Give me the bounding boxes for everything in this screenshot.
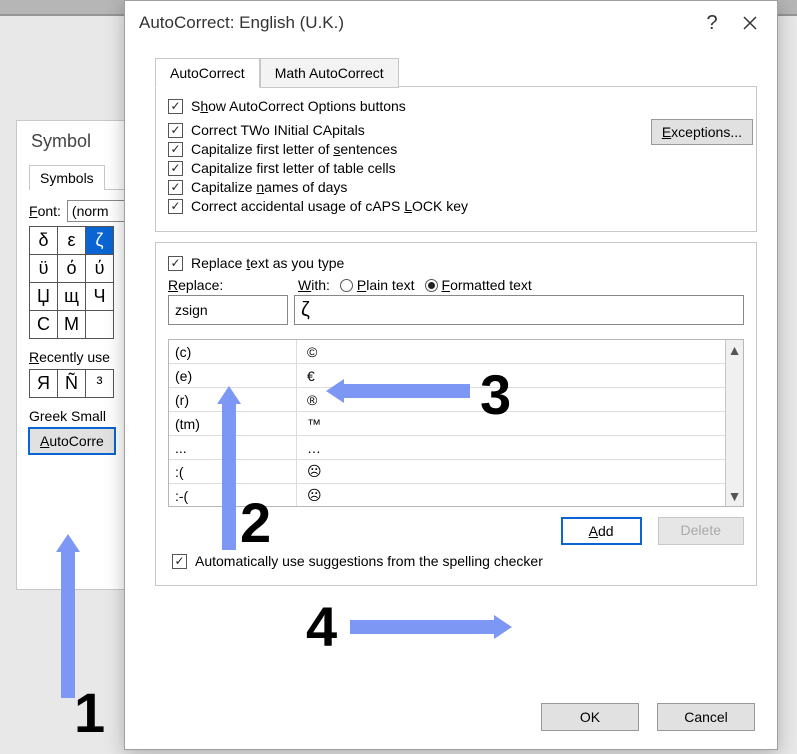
replacements-list[interactable]: (c)© (e)€ (r)® (tm)™ ...… :(☹ :-(☹ ▲ ▼	[168, 339, 744, 507]
dialog-title: AutoCorrect: English (U.K.)	[139, 13, 693, 33]
annotation-arrow-1	[61, 548, 75, 698]
list-item: (tm)™	[169, 412, 725, 436]
scroll-up-icon[interactable]: ▲	[728, 342, 742, 358]
font-select[interactable]	[67, 200, 127, 222]
list-scrollbar[interactable]: ▲ ▼	[725, 340, 743, 506]
radio-plain-label: Plain text	[357, 277, 415, 293]
checkbox-first-cell[interactable]	[168, 161, 183, 176]
grid-cell[interactable]: С	[30, 311, 58, 339]
options-panel: Show AutoCorrect Options buttons Correct…	[155, 86, 757, 232]
grid-cell[interactable]: ³	[86, 370, 114, 398]
autocorrect-button[interactable]: AutoCorre	[29, 428, 115, 454]
grid-cell[interactable]: Я	[30, 370, 58, 398]
list-item: ...…	[169, 436, 725, 460]
annotation-arrow-3	[340, 384, 470, 398]
annotation-arrow-2	[222, 400, 236, 550]
grid-cell[interactable]: Џ	[30, 283, 58, 311]
recent-grid[interactable]: ЯÑ³	[29, 369, 114, 398]
checkbox-replace-as-type[interactable]	[168, 256, 183, 271]
help-button[interactable]: ?	[693, 8, 731, 38]
annotation-arrow-4	[350, 620, 498, 634]
opt-two-label: Correct TWo INitial CApitals	[191, 122, 365, 138]
font-label: Font:	[29, 203, 61, 219]
list-item: :(☹	[169, 460, 725, 484]
with-input[interactable]	[294, 295, 744, 325]
annotation-number-2: 2	[240, 490, 271, 555]
annotation-number-1: 1	[74, 680, 105, 745]
checkbox-capslock[interactable]	[168, 199, 183, 214]
radio-plain-text[interactable]	[340, 279, 353, 292]
cancel-button[interactable]: Cancel	[657, 703, 755, 731]
grid-cell[interactable]: ό	[58, 255, 86, 283]
opt-sent-label: Capitalize first letter of sentences	[191, 141, 397, 157]
close-button[interactable]	[731, 8, 769, 38]
radio-fmt-label: Formatted text	[442, 277, 532, 293]
dialog-footer: OK Cancel	[125, 687, 777, 749]
ok-button[interactable]: OK	[541, 703, 639, 731]
with-label: With:	[298, 277, 330, 293]
autocorrect-dialog: AutoCorrect: English (U.K.) ? AutoCorrec…	[124, 0, 778, 750]
grid-cell[interactable]: ύ	[86, 255, 114, 283]
annotation-number-4: 4	[306, 594, 337, 659]
tab-math-autocorrect[interactable]: Math AutoCorrect	[260, 58, 399, 88]
checkbox-days[interactable]	[168, 180, 183, 195]
list-item: (c)©	[169, 340, 725, 364]
opt-days-label: Capitalize names of days	[191, 179, 347, 195]
checkbox-show-options[interactable]	[168, 99, 183, 114]
scroll-down-icon[interactable]: ▼	[728, 488, 742, 504]
radio-formatted-text[interactable]	[425, 279, 438, 292]
delete-button: Delete	[658, 517, 744, 545]
auto-sugg-label: Automatically use suggestions from the s…	[195, 553, 543, 569]
opt-show-label: Show AutoCorrect Options buttons	[191, 98, 406, 114]
grid-cell[interactable]: ε	[58, 227, 86, 255]
opt-caps-label: Correct accidental usage of cAPS LOCK ke…	[191, 198, 468, 214]
add-button[interactable]: Add	[561, 517, 642, 545]
symbol-grid[interactable]: δεζ ϋόύ ЏщЧ СМ	[29, 226, 114, 339]
titlebar: AutoCorrect: English (U.K.) ?	[125, 1, 777, 45]
grid-cell[interactable]	[86, 311, 114, 339]
grid-cell[interactable]: δ	[30, 227, 58, 255]
tab-autocorrect[interactable]: AutoCorrect	[155, 58, 260, 88]
annotation-number-3: 3	[480, 362, 511, 427]
tab-symbols[interactable]: Symbols	[29, 165, 105, 190]
checkbox-two-initial[interactable]	[168, 123, 183, 138]
replace-label: Replace:	[168, 277, 298, 293]
replace-as-type-label: Replace text as you type	[191, 255, 344, 271]
checkbox-auto-suggestions[interactable]	[172, 554, 187, 569]
replace-input[interactable]	[168, 295, 288, 325]
grid-cell[interactable]: Ч	[86, 283, 114, 311]
close-icon	[743, 16, 757, 30]
autocorrect-tabs: AutoCorrect Math AutoCorrect	[155, 57, 757, 87]
opt-cells-label: Capitalize first letter of table cells	[191, 160, 396, 176]
grid-cell[interactable]: Ñ	[58, 370, 86, 398]
checkbox-first-sentence[interactable]	[168, 142, 183, 157]
grid-cell[interactable]: щ	[58, 283, 86, 311]
grid-cell-selected[interactable]: ζ	[86, 227, 114, 255]
exceptions-button[interactable]: Exceptions...	[651, 119, 753, 145]
grid-cell[interactable]: М	[58, 311, 86, 339]
grid-cell[interactable]: ϋ	[30, 255, 58, 283]
